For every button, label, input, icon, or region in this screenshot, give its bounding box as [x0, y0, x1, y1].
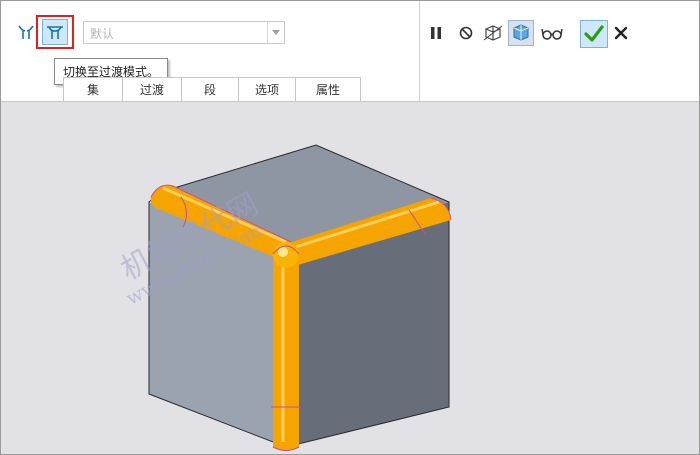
group-separator [419, 1, 420, 101]
cube-model[interactable] [1, 102, 699, 454]
transition-type-select[interactable]: 默认 [83, 21, 285, 44]
close-icon [614, 26, 628, 40]
tab-set[interactable]: 集 [63, 77, 123, 101]
transition-mode-button[interactable] [42, 19, 68, 45]
tab-properties[interactable]: 属性 [295, 77, 361, 101]
tab-options[interactable]: 选项 [238, 77, 296, 101]
stop-button[interactable] [456, 21, 476, 45]
chevron-down-icon[interactable] [267, 22, 284, 43]
tab-bar: 集 过渡 段 选项 属性 [63, 77, 361, 101]
ok-button[interactable] [580, 20, 608, 48]
set-mode-icon [18, 25, 34, 39]
glasses-button[interactable] [539, 21, 565, 45]
preview-geometry-icon [483, 25, 503, 41]
transition-mode-icon [47, 26, 63, 39]
cancel-button[interactable] [612, 21, 630, 45]
ribbon-toolbar: 默认 切换至过渡模式。 集 过渡 段 选项 属性 [1, 1, 699, 102]
round-edge-vertical[interactable] [273, 248, 299, 451]
tab-segment[interactable]: 段 [181, 77, 239, 101]
graphics-viewport[interactable]: 机械时代网 www.jxage.com [1, 102, 699, 454]
glasses-icon [541, 28, 563, 40]
select-value: 默认 [90, 27, 115, 41]
verify-mode-icon [513, 24, 529, 41]
app-window: 默认 切换至过渡模式。 集 过渡 段 选项 属性 机械时代网 www.jxage… [0, 0, 700, 455]
verify-mode-button[interactable] [508, 20, 534, 46]
preview-geometry-button[interactable] [481, 21, 505, 45]
no-entry-icon [459, 26, 473, 40]
tab-transition[interactable]: 过渡 [122, 77, 182, 101]
checkmark-icon [584, 25, 604, 42]
pause-icon [431, 27, 441, 39]
pause-button[interactable] [426, 21, 446, 45]
